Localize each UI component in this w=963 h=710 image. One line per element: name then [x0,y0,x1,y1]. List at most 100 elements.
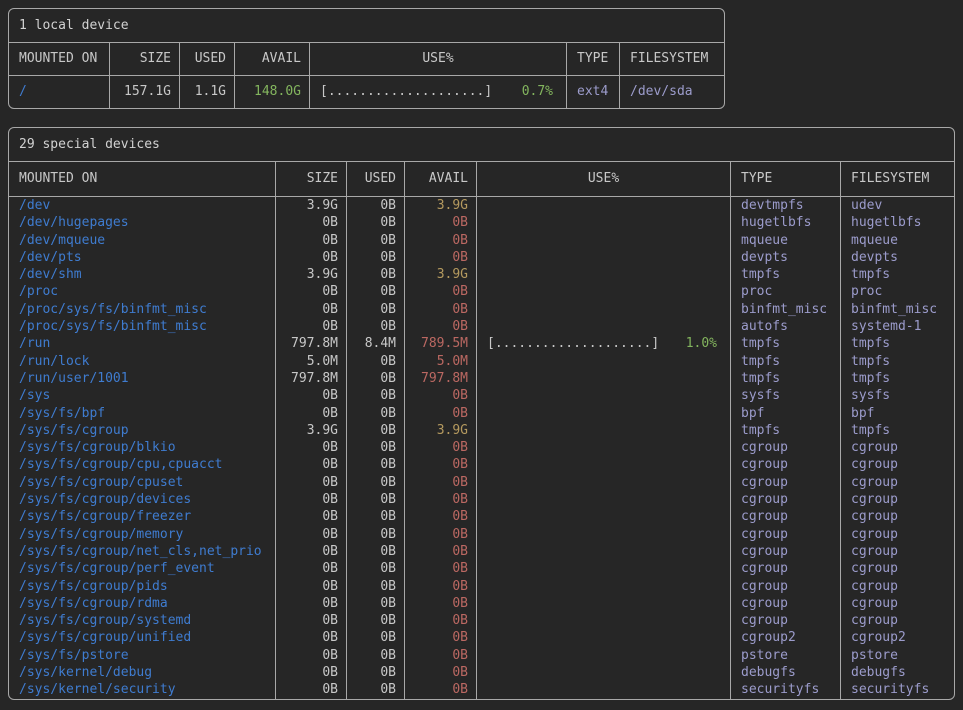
size-cell: 0B [276,629,347,646]
mount-cell: /sys/fs/pstore [9,647,276,664]
column-header-mounted-on: MOUNTED ON [9,43,110,75]
table-row: /sys/fs/cgroup/cpuset0B0B0Bcgroupcgroup [9,474,954,491]
use-percent-cell [477,526,731,543]
mount-cell: /dev [9,197,276,214]
used-cell: 8.4M [347,335,405,352]
filesystem-cell: systemd-1 [841,318,955,335]
type-cell: cgroup [731,612,841,629]
avail-cell: 0B [405,681,477,698]
used-cell: 0B [347,301,405,318]
local-devices-table: 1 local device MOUNTED ONSIZEUSEDAVAILUS… [8,8,725,109]
size-cell: 0B [276,595,347,612]
avail-cell: 789.5M [405,335,477,352]
filesystem-cell: cgroup [841,612,955,629]
use-percent-cell [477,301,731,318]
avail-cell: 0B [405,491,477,508]
column-header-used: USED [180,43,235,75]
avail-cell: 0B [405,647,477,664]
type-cell: tmpfs [731,422,841,439]
filesystem-cell: hugetlbfs [841,214,955,231]
use-percent-cell [477,629,731,646]
table-row: /dev/hugepages0B0B0Bhugetlbfshugetlbfs [9,214,954,231]
column-header-used: USED [347,162,405,196]
filesystem-cell: securityfs [841,681,955,698]
used-cell: 0B [347,422,405,439]
used-cell: 0B [347,578,405,595]
size-cell: 0B [276,508,347,525]
column-header-size: SIZE [110,43,180,75]
table-row: /run797.8M8.4M789.5M[...................… [9,335,954,352]
mount-cell: /sys/fs/cgroup/memory [9,526,276,543]
table-row: /proc/sys/fs/binfmt_misc0B0B0Bbinfmt_mis… [9,301,954,318]
type-cell: tmpfs [731,353,841,370]
size-cell: 0B [276,387,347,404]
type-cell: cgroup [731,595,841,612]
avail-cell: 5.0M [405,353,477,370]
avail-cell: 148.0G [235,76,310,108]
table-row: /sys/fs/cgroup/net_cls,net_prio0B0B0Bcgr… [9,543,954,560]
use-percent-cell: [....................]1.0% [477,335,731,352]
used-cell: 0B [347,197,405,214]
terminal-output: 1 local device MOUNTED ONSIZEUSEDAVAILUS… [0,0,963,708]
used-cell: 0B [347,456,405,473]
type-cell: cgroup [731,578,841,595]
filesystem-cell: tmpfs [841,266,955,283]
used-cell: 0B [347,595,405,612]
table-row: /dev/mqueue0B0B0Bmqueuemqueue [9,232,954,249]
table-row: /dev3.9G0B3.9Gdevtmpfsudev [9,197,954,214]
avail-cell: 0B [405,456,477,473]
used-cell: 0B [347,647,405,664]
used-cell: 0B [347,560,405,577]
type-cell: tmpfs [731,266,841,283]
column-header-avail: AVAIL [235,43,310,75]
size-cell: 797.8M [276,335,347,352]
table-row: /sys/fs/pstore0B0B0Bpstorepstore [9,647,954,664]
avail-cell: 0B [405,214,477,231]
mount-cell: /sys/fs/cgroup/devices [9,491,276,508]
use-percent-cell [477,647,731,664]
special-devices-table: 29 special devices MOUNTED ONSIZEUSEDAVA… [8,127,955,700]
mount-cell: /run/user/1001 [9,370,276,387]
size-cell: 0B [276,232,347,249]
column-header-type: TYPE [567,43,620,75]
mount-cell: /sys/fs/cgroup/freezer [9,508,276,525]
type-cell: proc [731,283,841,300]
used-cell: 0B [347,612,405,629]
filesystem-cell: tmpfs [841,335,955,352]
type-cell: binfmt_misc [731,301,841,318]
usage-bar: [....................] [487,335,659,352]
mount-cell: /sys/fs/cgroup/unified [9,629,276,646]
avail-cell: 0B [405,249,477,266]
table-row: /sys/fs/cgroup/cpu,cpuacct0B0B0Bcgroupcg… [9,456,954,473]
use-percent-cell [477,249,731,266]
used-cell: 1.1G [180,76,235,108]
type-cell: pstore [731,647,841,664]
mount-cell: / [9,76,110,108]
use-percent-cell [477,318,731,335]
column-header-filesystem: FILESYSTEM [620,43,725,75]
use-percent-cell [477,612,731,629]
size-cell: 0B [276,612,347,629]
avail-cell: 0B [405,474,477,491]
type-cell: tmpfs [731,370,841,387]
size-cell: 797.8M [276,370,347,387]
filesystem-cell: cgroup [841,474,955,491]
avail-cell: 0B [405,318,477,335]
size-cell: 0B [276,249,347,266]
use-percent-cell [477,439,731,456]
table-row: /157.1G1.1G148.0G[....................]0… [9,76,724,108]
avail-cell: 0B [405,405,477,422]
table-row: /sys/fs/cgroup3.9G0B3.9Gtmpfstmpfs [9,422,954,439]
avail-cell: 0B [405,664,477,681]
mount-cell: /sys/fs/bpf [9,405,276,422]
usage-bar: [....................] [320,76,492,108]
size-cell: 0B [276,214,347,231]
size-cell: 0B [276,283,347,300]
filesystem-cell: cgroup [841,439,955,456]
table-row: /sys0B0B0Bsysfssysfs [9,387,954,404]
type-cell: debugfs [731,664,841,681]
use-percent-cell [477,664,731,681]
used-cell: 0B [347,232,405,249]
used-cell: 0B [347,405,405,422]
used-cell: 0B [347,474,405,491]
